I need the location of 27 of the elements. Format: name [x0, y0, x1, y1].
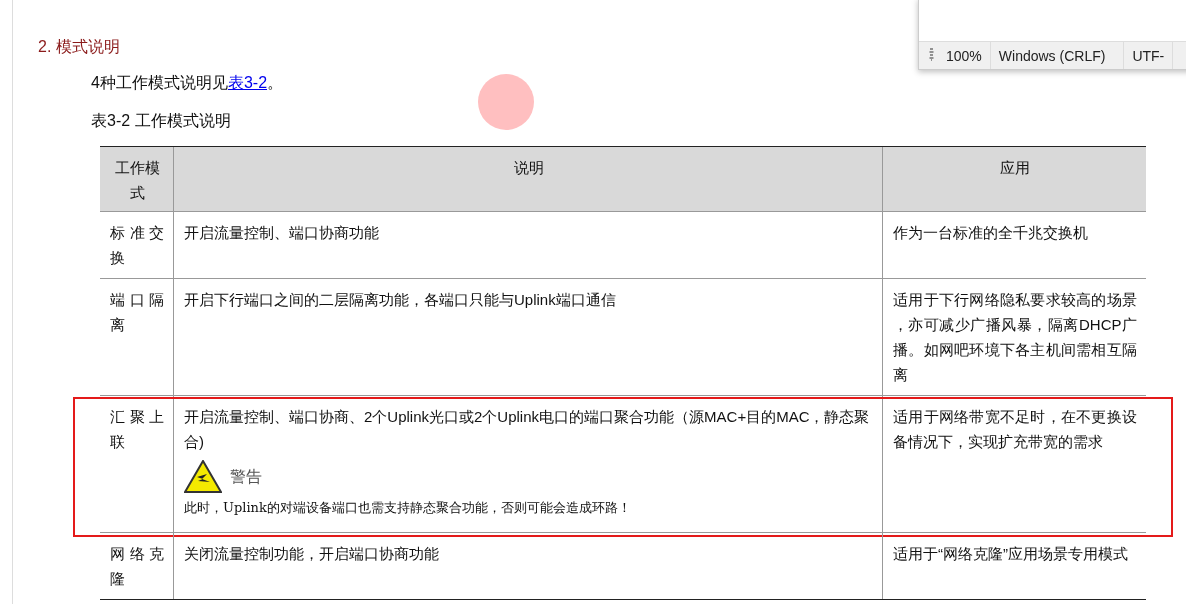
- table-cell-text: 汇聚上联: [109, 407, 165, 452]
- column-header: 工作模式: [113, 158, 161, 203]
- table-cell-text: 开启流量控制、端口协商功能: [184, 223, 380, 243]
- section-heading: 2. 模式说明: [38, 37, 120, 57]
- status-item: Windows (CRLF): [990, 42, 1125, 69]
- table-cell: 适用于网络带宽不足时，在不更换设备情况下，实现扩充带宽的需求: [882, 396, 1146, 532]
- table-cell-text: 网络克隆: [109, 544, 165, 589]
- table-cell-text: 关闭流量控制功能，开启端口协商功能: [184, 544, 440, 564]
- line-icon: [929, 47, 934, 61]
- table-cell: 作为一台标准的全千兆交换机: [882, 212, 1146, 278]
- status-item: UTF-: [1124, 42, 1174, 69]
- table-cell: 适用于“网络克隆”应用场景专用模式: [882, 533, 1146, 599]
- warning-title: 警告: [230, 467, 262, 487]
- table-cell-text: 标准交换: [109, 223, 165, 268]
- cursor-highlight: [478, 74, 534, 130]
- intro-paragraph: 4种工作模式说明见表3-2。: [91, 73, 285, 93]
- table-cell-text: 端口隔离: [109, 290, 165, 335]
- table-link[interactable]: 表3-2: [227, 74, 268, 91]
- column-header: 应用: [882, 147, 1146, 213]
- table-cell-text: 开启流量控制、端口协商、2个Uplink光口或2个Uplink电口的端口聚合功能（源MAC+目的MAC，静态聚合): [184, 407, 871, 452]
- warning-icon: [184, 460, 222, 493]
- warning-text: 此时，Uplink的对端设备端口也需支持静态聚合功能，否则可能会造成环路！: [184, 499, 632, 517]
- table-cell-text: 开启下行端口之间的二层隔离功能，各端口只能与Uplink端口通信: [184, 290, 617, 310]
- status-item: 100%: [938, 42, 991, 69]
- table-caption: 表3-2 工作模式说明: [91, 111, 232, 131]
- table-cell: 适用于下行网络隐私要求较高的场景，亦可减少广播风暴，隔离DHCP广播。如网吧环境下各主机间需相互隔离: [882, 279, 1146, 395]
- column-header: 说明: [173, 147, 882, 213]
